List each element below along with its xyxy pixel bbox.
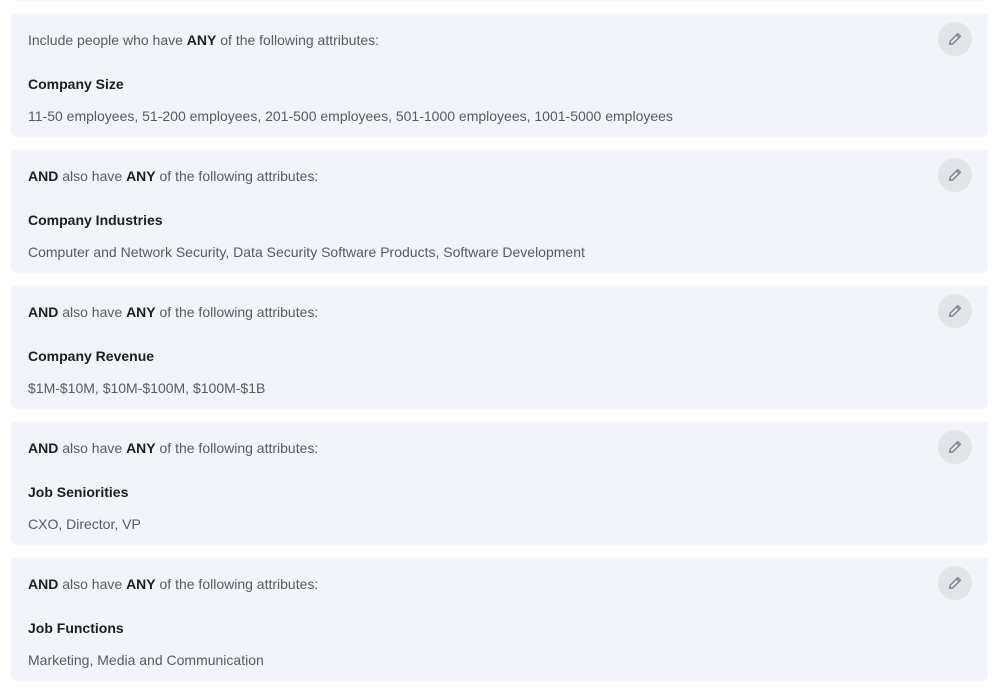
rule-quantifier: ANY <box>186 32 217 48</box>
rule-values: CXO, Director, VP <box>28 516 141 532</box>
rule-suffix: of the following attributes: <box>216 32 380 48</box>
rule-card-job-functions: AND also have ANY of the following attri… <box>11 557 988 681</box>
edit-rule-button[interactable] <box>938 294 972 328</box>
rule-operator: AND <box>28 304 59 320</box>
rule-operator: AND <box>28 168 59 184</box>
rule-suffix: of the following attributes: <box>155 440 319 456</box>
rule-card-job-seniorities: AND also have ANY of the following attri… <box>11 421 988 545</box>
rule-operator: AND <box>28 440 59 456</box>
rule-suffix: of the following attributes: <box>155 576 319 592</box>
filter-rules-page: Include people who have ANY of the follo… <box>0 0 999 691</box>
rule-condition-text: AND also have ANY of the following attri… <box>28 303 318 321</box>
pencil-icon <box>948 576 962 590</box>
rule-quantifier: ANY <box>126 576 156 592</box>
rule-operator: AND <box>28 576 59 592</box>
rule-values: 11-50 employees, 51-200 employees, 201-5… <box>28 108 673 124</box>
rule-condition-text: Include people who have ANY of the follo… <box>28 31 379 49</box>
rule-condition-text: AND also have ANY of the following attri… <box>28 439 318 457</box>
rule-card-company-industries: AND also have ANY of the following attri… <box>11 149 988 273</box>
pencil-icon <box>948 440 962 454</box>
rule-quantifier: ANY <box>126 440 156 456</box>
pencil-icon <box>948 168 962 182</box>
rule-condition-text: AND also have ANY of the following attri… <box>28 167 318 185</box>
rule-quantifier: ANY <box>126 168 156 184</box>
previous-card-edge <box>11 0 988 1</box>
rule-connector: also have <box>58 304 127 320</box>
edit-rule-button[interactable] <box>938 158 972 192</box>
pencil-icon <box>948 304 962 318</box>
edit-rule-button[interactable] <box>938 22 972 56</box>
rule-values: Marketing, Media and Communication <box>28 652 264 668</box>
rule-connector: also have <box>58 168 127 184</box>
rule-condition-text: AND also have ANY of the following attri… <box>28 575 318 593</box>
pencil-icon <box>948 32 962 46</box>
rule-prefix: Include people who have <box>28 32 187 48</box>
rule-card-company-revenue: AND also have ANY of the following attri… <box>11 285 988 409</box>
rule-values: $1M-$10M, $10M-$100M, $100M-$1B <box>28 380 266 396</box>
edit-rule-button[interactable] <box>938 566 972 600</box>
rule-title: Job Seniorities <box>28 484 129 500</box>
rule-quantifier: ANY <box>126 304 156 320</box>
rule-title: Company Size <box>28 76 124 92</box>
rule-title: Company Revenue <box>28 348 155 364</box>
rule-suffix: of the following attributes: <box>155 168 319 184</box>
rule-title: Job Functions <box>28 620 124 636</box>
rule-connector: also have <box>58 440 127 456</box>
rule-suffix: of the following attributes: <box>155 304 319 320</box>
edit-rule-button[interactable] <box>938 430 972 464</box>
rule-card-company-size: Include people who have ANY of the follo… <box>11 13 988 137</box>
rule-title: Company Industries <box>28 212 163 228</box>
rule-connector: also have <box>58 576 127 592</box>
rule-values: Computer and Network Security, Data Secu… <box>28 244 585 260</box>
